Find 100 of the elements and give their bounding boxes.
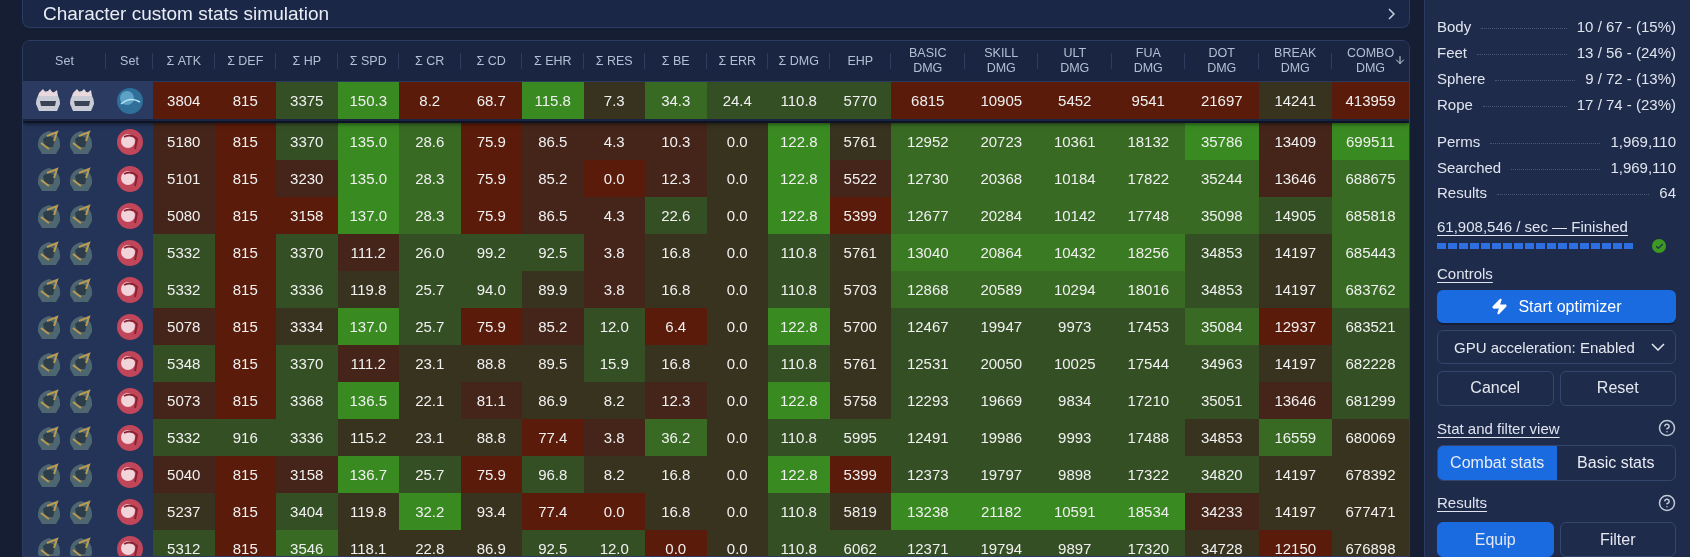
table-cell: 19794 (964, 530, 1038, 556)
table-cell: 10432 (1038, 234, 1112, 271)
column-header[interactable]: COMBO DMG (1345, 46, 1396, 76)
column-header[interactable]: EHP (847, 53, 874, 69)
column-header[interactable]: ULT DMG (1049, 46, 1100, 76)
column-header[interactable]: Σ HP (292, 53, 322, 69)
title-card[interactable]: Character custom stats simulation (22, 0, 1410, 28)
table-cell: 3404 (276, 493, 338, 530)
table-cell: 99.2 (460, 234, 522, 271)
section-link[interactable]: Results (1437, 494, 1488, 512)
table-cell: 3336 (276, 271, 338, 308)
table-cell: 3.8 (583, 234, 645, 271)
table-cell: 6815 (891, 82, 965, 119)
action-button[interactable]: Cancel (1437, 370, 1554, 406)
action-button[interactable]: Reset (1559, 370, 1676, 406)
column-header[interactable]: Σ EHR (533, 53, 572, 69)
orb-icon (114, 126, 145, 157)
gpu-select[interactable]: GPU acceleration: Enabled (1437, 330, 1676, 364)
table-cell: 17320 (1111, 530, 1185, 556)
table-cell: 21182 (964, 493, 1038, 530)
table-cell: 9993 (1038, 419, 1112, 456)
table-cell: 13040 (891, 234, 965, 271)
table-cell: 0.0 (706, 123, 768, 160)
column-header[interactable]: Σ CD (476, 53, 506, 69)
table-cell: 20723 (964, 123, 1038, 160)
table-cell: 688675 (1332, 160, 1409, 197)
table-cell: 86.5 (522, 197, 584, 234)
table-cell: 3375 (276, 82, 338, 119)
table-cell: 92.5 (522, 530, 584, 556)
chevron-right-icon (1388, 7, 1395, 20)
table-cell: 92.5 (522, 234, 584, 271)
table-cell: 9897 (1038, 530, 1112, 556)
table-cell: 3158 (276, 456, 338, 493)
table-cell: 110.8 (768, 493, 830, 530)
table-cell: 5040 (153, 456, 215, 493)
table-cell: 85.2 (522, 160, 584, 197)
section-link[interactable]: Stat and filter view (1437, 419, 1560, 437)
column-header[interactable]: Set (120, 53, 139, 69)
table-cell: 5758 (829, 382, 891, 419)
table-cell: 5995 (829, 419, 891, 456)
help-icon[interactable] (1658, 493, 1676, 512)
column-header[interactable]: Σ RES (595, 53, 633, 69)
column-header[interactable]: DOT DMG (1196, 46, 1247, 76)
table-cell: 36.2 (645, 419, 707, 456)
view-tab[interactable]: Combat stats (1438, 445, 1557, 481)
table-cell: 110.8 (768, 530, 830, 556)
table-cell: 815 (214, 308, 276, 345)
table-cell: 25.7 (399, 308, 461, 345)
table-cell: 19986 (964, 419, 1038, 456)
column-header[interactable]: BREAK DMG (1270, 46, 1321, 76)
table-cell: 815 (214, 82, 276, 119)
table-cell: 122.8 (768, 123, 830, 160)
table-cell: 3368 (276, 382, 338, 419)
column-header[interactable]: Σ ATK (166, 53, 202, 69)
column-header[interactable]: Σ DEF (227, 53, 264, 69)
table-cell: 14905 (1258, 197, 1332, 234)
table-cell: 815 (214, 493, 276, 530)
table-cell: 35051 (1185, 382, 1259, 419)
table-cell: 68.7 (460, 82, 522, 119)
orb-icon (114, 496, 145, 527)
orb-icon (114, 459, 145, 490)
view-tab[interactable]: Basic stats (1556, 445, 1675, 481)
table-cell: 9834 (1038, 382, 1112, 419)
table-cell: 18016 (1111, 271, 1185, 308)
table-cell: 6062 (829, 530, 891, 556)
table-cell: 111.2 (337, 345, 399, 382)
help-icon[interactable] (1658, 419, 1676, 438)
column-header[interactable]: Σ DMG (778, 53, 819, 69)
section-link[interactable]: Controls (1437, 264, 1493, 282)
start-optimizer-button[interactable]: Start optimizer (1437, 289, 1676, 324)
column-header[interactable]: Set (55, 53, 74, 69)
column-header[interactable]: BASIC DMG (902, 46, 953, 76)
table-cell: 3158 (276, 197, 338, 234)
table-cell: 3230 (276, 160, 338, 197)
table-cell: 9541 (1111, 82, 1185, 119)
table-cell: 122.8 (768, 160, 830, 197)
result-button[interactable]: Filter (1559, 522, 1676, 557)
table-cell: 12373 (891, 456, 965, 493)
column-header[interactable]: Σ SPD (349, 53, 387, 69)
column-header[interactable]: FUA DMG (1123, 46, 1174, 76)
slot-value: 10 / 67 - (15%) (1576, 18, 1676, 36)
table-cell: 681299 (1332, 382, 1409, 419)
orb-icon (114, 422, 145, 453)
table-cell: 136.5 (337, 382, 399, 419)
column-header[interactable]: SKILL DMG (976, 46, 1027, 76)
table-cell: 413959 (1332, 82, 1409, 119)
table-cell: 22.8 (399, 530, 461, 556)
column-header[interactable]: Σ CR (415, 53, 445, 69)
table-cell: 28.3 (399, 160, 461, 197)
column-header[interactable]: Σ BE (661, 53, 690, 69)
column-header[interactable]: Σ ERR (718, 53, 757, 69)
table-cell: 14197 (1258, 345, 1332, 382)
table-cell: 115.8 (522, 82, 584, 119)
table-cell: 19947 (964, 308, 1038, 345)
slot-label: Sphere (1437, 70, 1486, 88)
result-button[interactable]: Equip (1437, 522, 1554, 557)
table-cell: 680069 (1332, 419, 1409, 456)
table-cell: 110.8 (768, 234, 830, 271)
orb-icon (114, 163, 145, 194)
speed-status-link[interactable]: 61,908,546 / sec — Finished (1437, 217, 1628, 235)
